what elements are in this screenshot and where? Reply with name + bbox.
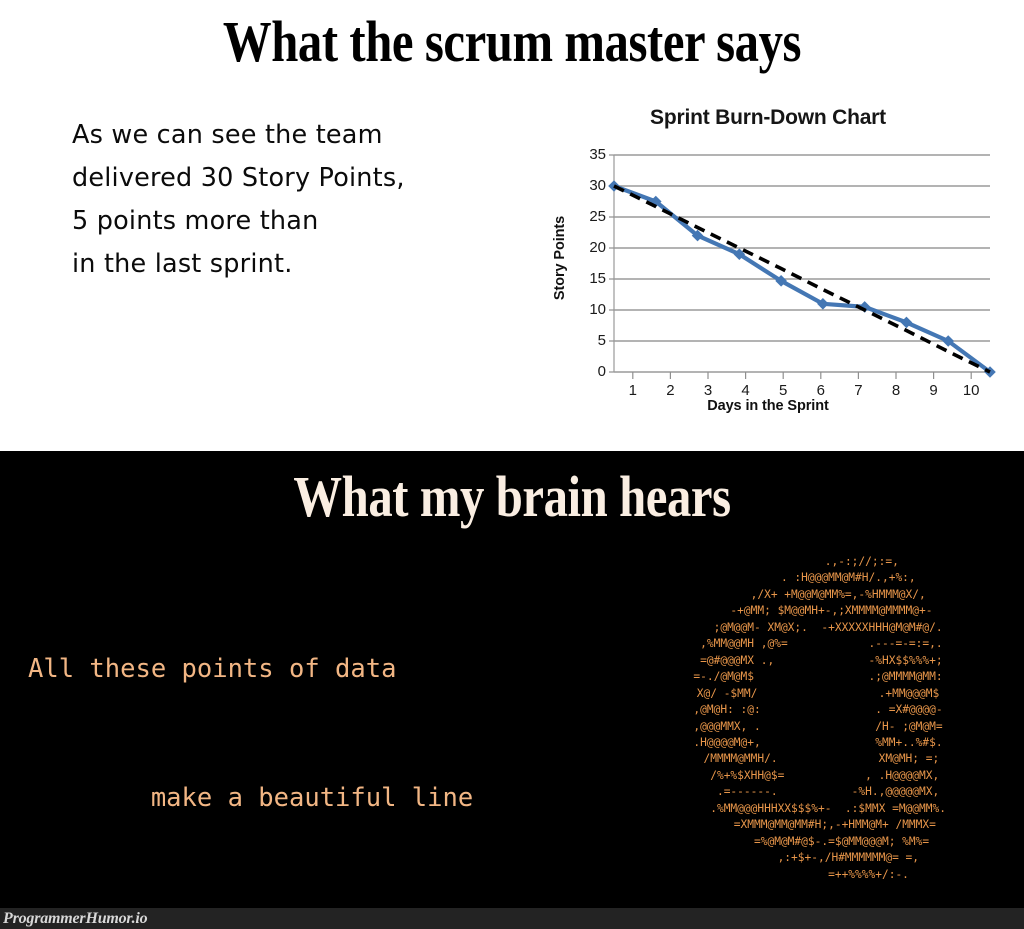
bottom-panel-title: What my brain hears xyxy=(293,464,731,529)
quote-line: 5 points more than xyxy=(72,206,319,236)
watermark-label: ProgrammerHumor.io xyxy=(3,910,148,927)
ascii-art-line: /MMMM@MMH/. XM@MH; =; xyxy=(696,752,940,766)
ascii-art-line: ,%MM@@MH ,@%= .---=-=:=,. xyxy=(693,637,943,651)
ascii-art-line: .H@@@@M@+, %MM+..%#$. xyxy=(693,735,943,749)
top-panel: What the scrum master says As we can see… xyxy=(0,0,1024,451)
ascii-art-line: ;@M@@M- XM@X;. -+XXXXXHHH@M@M#@/. xyxy=(693,620,943,634)
watermark-bar: ProgrammerHumor.io xyxy=(0,908,1024,929)
lyric-line: make a beautiful line xyxy=(28,783,474,813)
ascii-art-line: .=------. -%H.,@@@@@MX, xyxy=(696,785,940,799)
ascii-art-line: X@/ -$MM/ .+MM@@@M$ xyxy=(696,686,940,700)
ascii-art-line: ,@M@H: :@: . =X#@@@@- xyxy=(693,703,943,717)
ascii-art-line: /%+%$XHH@$= , .H@@@@MX, xyxy=(696,768,940,782)
scrum-master-quote: As we can see the team delivered 30 Stor… xyxy=(72,114,502,286)
y-axis-title: Story Points xyxy=(552,215,568,301)
ascii-art-line: =%@M@M#@$-.=$@MM@@@M; %M%= xyxy=(706,834,930,848)
quote-line: As we can see the team xyxy=(72,120,383,150)
ascii-art-portrait: .,-:;//;:=, . :H@@@MM@M#H/.,+%:, ,/X+ +M… xyxy=(618,554,1018,883)
ascii-art-line: ,@@@MMX, . /H- ;@M@M= xyxy=(693,719,943,733)
ascii-art-line: .%MM@@@HHHXX$$$%+- .:$MMX =M@@MM%. xyxy=(690,801,946,815)
ascii-art-line: -+@MM; $M@@MH+-,;XMMMM@MMMM@+- xyxy=(703,604,933,618)
bottom-panel: What my brain hears All these points of … xyxy=(0,451,1024,929)
ascii-art-line: .,-:;//;:=, xyxy=(737,555,899,568)
lyric-line: All these points of data xyxy=(28,654,397,684)
ascii-art-line: =-./@M@M$ .;@MMMM@MM: xyxy=(693,670,943,684)
quote-line: delivered 30 Story Points, xyxy=(72,163,405,193)
top-panel-title: What the scrum master says xyxy=(222,9,802,74)
ascii-art-line: ,:+$+-,/H#MMMMMM@= =, xyxy=(716,851,920,865)
chart-plot-area xyxy=(608,154,996,379)
quote-line: in the last sprint. xyxy=(72,249,293,279)
burn-down-chart: Sprint Burn-Down Chart 35 30 25 20 15 10… xyxy=(528,100,1008,430)
ascii-art-line: ,/X+ +M@@M@MM%=,-%HMMM@X/, xyxy=(710,587,926,601)
ascii-art-line: . :H@@@MM@M#H/.,+%:, xyxy=(720,571,916,585)
x-axis-title: Days in the Sprint xyxy=(707,398,829,414)
ascii-art-line: =XMMM@MM@MM#H;,-+HMM@M+ /MMMX= xyxy=(700,818,936,832)
brain-lyrics: All these points of data make a beautifu… xyxy=(28,562,628,929)
meme-image: What the scrum master says As we can see… xyxy=(0,0,1024,929)
ascii-art-line: =++%%%%+/:-. xyxy=(727,867,909,881)
ascii-art-line: =@#@@@MX ., -%HX$$%%%+; xyxy=(693,653,943,667)
